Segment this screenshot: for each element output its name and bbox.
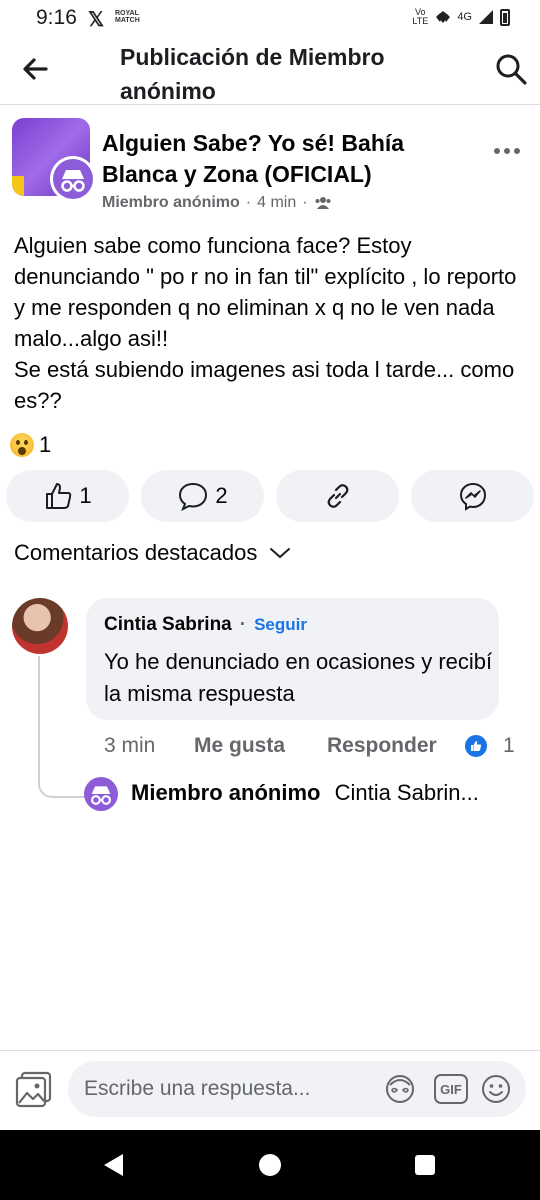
- search-icon[interactable]: [494, 52, 528, 86]
- comment-count: 2: [215, 483, 228, 508]
- post-author[interactable]: Miembro anónimo: [102, 194, 240, 212]
- comment-header: Cintia Sabrina · Seguir: [104, 614, 307, 636]
- nav-home-icon[interactable]: [259, 1154, 281, 1176]
- like-button[interactable]: 1: [6, 470, 129, 522]
- signal-icon: [479, 10, 493, 24]
- network-type: 4G: [457, 11, 472, 23]
- nav-back-icon[interactable]: [104, 1154, 123, 1176]
- status-bar: 9:16 𝕏 ROYAL MATCH Vo LTE 4G: [0, 0, 540, 36]
- comment-button[interactable]: 2: [141, 470, 264, 522]
- messenger-icon: [459, 482, 486, 511]
- share-link-button[interactable]: [276, 470, 399, 522]
- post-meta: Miembro anónimo · 4 min ·: [102, 194, 332, 212]
- x-app-icon: 𝕏: [88, 9, 105, 31]
- reaction-summary[interactable]: 1: [10, 432, 51, 458]
- comment-like-count: 1: [503, 734, 515, 757]
- status-time: 9:16: [36, 6, 77, 29]
- avatar-sticker-icon[interactable]: [384, 1073, 416, 1105]
- commenter-avatar[interactable]: [12, 598, 68, 654]
- wow-reaction-icon: [10, 433, 34, 457]
- group-icon: [315, 197, 331, 209]
- thumbs-up-icon: [46, 483, 72, 509]
- reply-preview[interactable]: Miembro anónimo Cintia Sabrin...: [131, 780, 479, 806]
- status-icons: Vo LTE 4G: [411, 8, 510, 26]
- arrow-left-icon[interactable]: [18, 52, 52, 86]
- gif-button[interactable]: GIF: [434, 1074, 468, 1104]
- anonymous-member-avatar[interactable]: [50, 156, 96, 202]
- comment-icon: [179, 482, 208, 511]
- reply-author-avatar[interactable]: [84, 777, 118, 811]
- incognito-icon: [61, 170, 85, 192]
- follow-button[interactable]: Seguir: [254, 615, 307, 635]
- comments-filter-label: Comentarios destacados: [14, 540, 258, 565]
- link-icon: [327, 484, 348, 508]
- meta-separator: ·: [245, 194, 252, 211]
- comment-reply-button[interactable]: Responder: [327, 734, 463, 758]
- emoji-icon[interactable]: [480, 1073, 512, 1105]
- comment-like-button[interactable]: Me gusta: [194, 734, 327, 758]
- royal-match-icon: ROYAL MATCH: [115, 10, 140, 24]
- post-time[interactable]: 4 min: [257, 194, 296, 212]
- post-header: Alguien Sabe? Yo sé! Bahía Blanca y Zona…: [0, 110, 540, 220]
- like-reaction-icon: [463, 733, 489, 759]
- volte-indicator: Vo LTE: [412, 7, 429, 26]
- reaction-count: 1: [39, 432, 52, 457]
- meta-separator-2: ·: [302, 194, 308, 211]
- page-title: Publicación de Miembro anónimo: [120, 44, 385, 104]
- reply-author: Miembro anónimo: [131, 780, 321, 805]
- like-count: 1: [79, 483, 92, 508]
- comment-time: 3 min: [104, 734, 156, 757]
- incognito-icon: [91, 786, 111, 805]
- battery-icon: [500, 8, 510, 26]
- chevron-down-icon: [270, 548, 291, 559]
- comment-separator: ·: [239, 614, 247, 635]
- send-messenger-button[interactable]: [411, 470, 534, 522]
- more-options-icon[interactable]: [494, 148, 520, 154]
- comment-bubble[interactable]: Cintia Sabrina · Seguir Yo he denunciado…: [86, 598, 499, 720]
- post-text: Alguien sabe como funciona face? Estoy d…: [14, 233, 517, 413]
- photo-icon[interactable]: [14, 1069, 54, 1109]
- post-actions: 1 2: [6, 470, 534, 522]
- system-nav-bar: [0, 1130, 540, 1200]
- comments-filter[interactable]: Comentarios destacados: [14, 540, 291, 566]
- comment-text: Yo he denunciado en ocasiones y recibí l…: [104, 649, 493, 706]
- reply-input[interactable]: Escribe una respuesta... GIF: [68, 1061, 526, 1117]
- reply-snippet: Cintia Sabrin...: [334, 780, 479, 805]
- group-name[interactable]: Alguien Sabe? Yo sé! Bahía Blanca y Zona…: [102, 128, 432, 190]
- comment-author[interactable]: Cintia Sabrina: [104, 614, 232, 636]
- thread-connector: [38, 656, 88, 798]
- reply-placeholder: Escribe una respuesta...: [84, 1077, 311, 1100]
- wifi-icon: [436, 11, 451, 23]
- reply-composer: Escribe una respuesta... GIF: [0, 1050, 540, 1131]
- nav-recents-icon[interactable]: [415, 1155, 435, 1175]
- comment-actions: 3 min Me gusta Responder 1: [104, 733, 524, 759]
- app-header: Publicación de Miembro anónimo: [0, 36, 540, 105]
